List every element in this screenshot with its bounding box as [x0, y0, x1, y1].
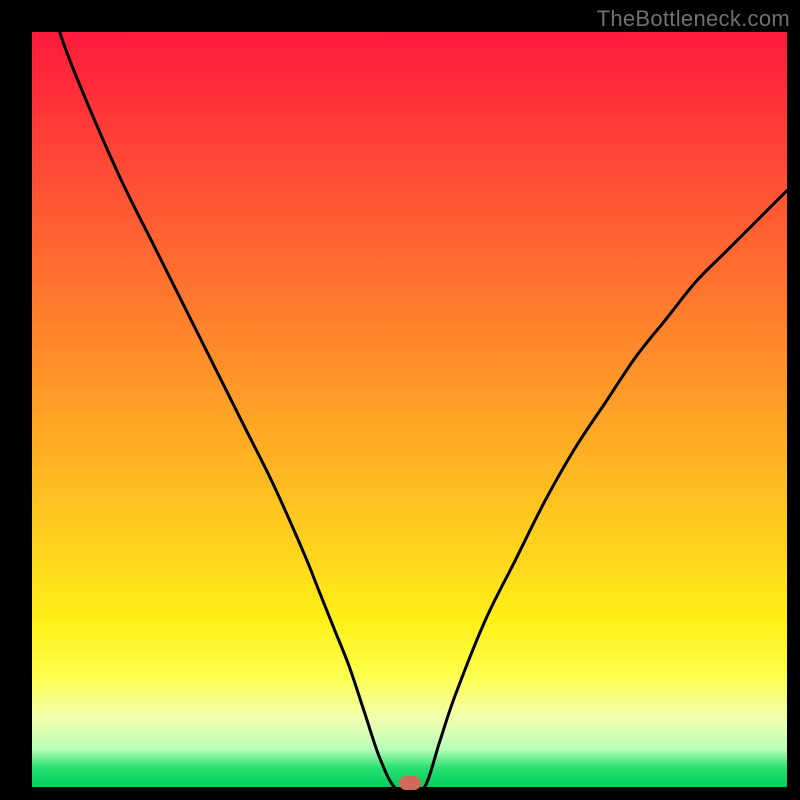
- watermark-text: TheBottleneck.com: [597, 6, 790, 32]
- chart-frame: TheBottleneck.com: [0, 0, 800, 800]
- plot-area: [32, 32, 787, 787]
- optimal-marker: [399, 776, 421, 790]
- bottleneck-curve: [32, 32, 787, 787]
